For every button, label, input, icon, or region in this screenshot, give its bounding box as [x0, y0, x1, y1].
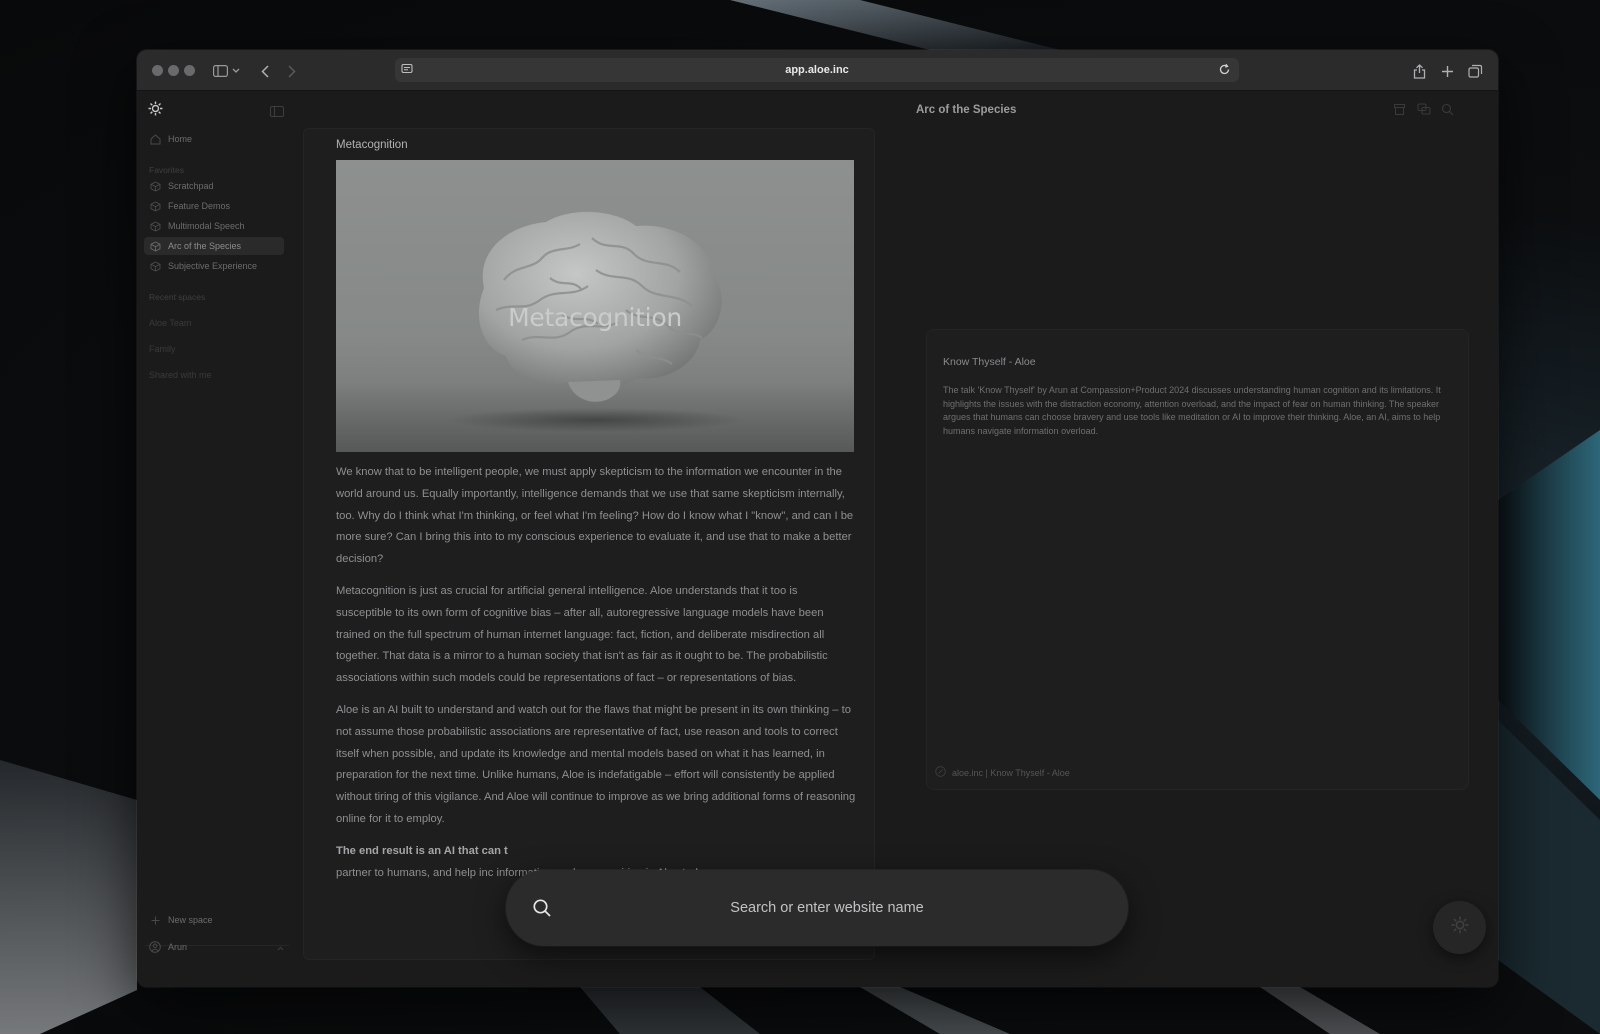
chat-icon[interactable]	[1417, 103, 1431, 117]
sidebar-item-subjective-experience[interactable]: Subjective Experience	[144, 257, 284, 275]
sidebar-item-label: Home	[168, 134, 193, 144]
paragraph: Aloe is an AI built to understand and wa…	[336, 703, 856, 825]
brain-hero-image: Metacognition	[336, 160, 854, 452]
aloe-assistant-button[interactable]	[1433, 901, 1486, 954]
search-input[interactable]	[566, 894, 1088, 922]
paragraph: We know that to be intelligent people, w…	[336, 466, 854, 566]
zoom-window-button[interactable]	[184, 65, 195, 76]
sidebar-item-label: Feature Demos	[168, 201, 231, 211]
sidebar-item-label: Multimodal Speech	[168, 221, 245, 231]
reload-icon[interactable]	[1218, 63, 1231, 81]
close-window-button[interactable]	[152, 65, 163, 76]
cube-icon	[149, 260, 161, 272]
share-icon[interactable]	[1408, 60, 1430, 82]
cube-icon	[149, 220, 161, 232]
favorites-heading: Favorites	[149, 165, 184, 175]
new-tab-icon[interactable]	[1436, 60, 1458, 82]
new-space-label: New space	[168, 915, 213, 925]
sidebar-toggle-icon[interactable]	[209, 60, 231, 82]
browser-window: app.aloe.inc Home Favorites Scratchpad F…	[137, 50, 1498, 987]
sidebar-item-family[interactable]: Family	[149, 344, 176, 354]
card-source[interactable]: aloe.inc | Know Thyself - Aloe	[935, 764, 1070, 782]
document-body: We know that to be intelligent people, w…	[336, 462, 856, 894]
page-settings-icon[interactable]	[401, 63, 414, 81]
user-name: Arun	[168, 942, 188, 952]
back-arrow-icon[interactable]	[254, 60, 276, 82]
sidebar-item-multimodal-speech[interactable]: Multimodal Speech	[144, 217, 284, 235]
cube-icon	[149, 180, 161, 192]
avatar-icon	[149, 941, 161, 953]
link-icon	[935, 764, 946, 782]
sidebar: Home Favorites Scratchpad Feature Demos …	[137, 91, 293, 987]
new-space-button[interactable]: New space	[144, 911, 284, 929]
space-title: Arc of the Species	[916, 104, 1017, 116]
sidebar-item-arc-of-the-species[interactable]: Arc of the Species	[144, 237, 284, 255]
sidebar-item-aloe-team[interactable]: Aloe Team	[149, 318, 191, 328]
browser-titlebar: app.aloe.inc	[137, 50, 1498, 91]
paragraph: Metacognition is just as crucial for art…	[336, 584, 828, 685]
link-preview-card[interactable]: Know Thyself - Aloe The talk 'Know Thyse…	[926, 329, 1469, 790]
search-icon	[532, 898, 552, 918]
card-source-label: aloe.inc | Know Thyself - Aloe	[952, 768, 1070, 778]
address-bar[interactable]: app.aloe.inc	[395, 58, 1239, 82]
cube-icon	[149, 240, 161, 252]
search-overlay[interactable]	[506, 870, 1128, 946]
card-title: Know Thyself - Aloe	[943, 356, 1036, 368]
tab-overview-icon[interactable]	[1464, 60, 1486, 82]
chevron-up-icon	[277, 938, 284, 956]
cube-icon	[149, 200, 161, 212]
sidebar-item-label: Subjective Experience	[168, 261, 258, 271]
archive-icon[interactable]	[1393, 103, 1407, 117]
sidebar-item-shared-with-me[interactable]: Shared with me	[149, 370, 212, 380]
card-description: The talk 'Know Thyself' by Arun at Compa…	[943, 385, 1441, 436]
sidebar-item-label: Arc of the Species	[168, 241, 242, 251]
page-content: Home Favorites Scratchpad Feature Demos …	[137, 91, 1498, 987]
plus-icon	[149, 914, 161, 926]
forward-arrow-icon[interactable]	[281, 60, 303, 82]
sidebar-item-label: Scratchpad	[168, 181, 214, 191]
sidebar-item-home[interactable]: Home	[144, 130, 284, 148]
document-title: Metacognition	[336, 139, 408, 151]
chevron-down-icon[interactable]	[229, 60, 243, 82]
collapse-sidebar-icon[interactable]	[270, 104, 284, 122]
minimize-window-button[interactable]	[168, 65, 179, 76]
sidebar-item-scratchpad[interactable]: Scratchpad	[144, 177, 284, 195]
document-pane: Metacognition Metacognition We know that…	[303, 128, 875, 960]
image-caption: Metacognition	[508, 303, 682, 332]
user-menu[interactable]: Arun	[144, 938, 288, 956]
sidebar-item-feature-demos[interactable]: Feature Demos	[144, 197, 284, 215]
home-icon	[149, 133, 161, 145]
search-icon[interactable]	[1441, 103, 1455, 117]
aloe-logo-icon[interactable]	[148, 101, 163, 116]
url-text: app.aloe.inc	[785, 64, 849, 76]
aloe-logo-icon	[1451, 916, 1469, 939]
bold-lead: The end result is an AI that can t	[336, 844, 508, 857]
recent-spaces-heading: Recent spaces	[149, 292, 206, 302]
